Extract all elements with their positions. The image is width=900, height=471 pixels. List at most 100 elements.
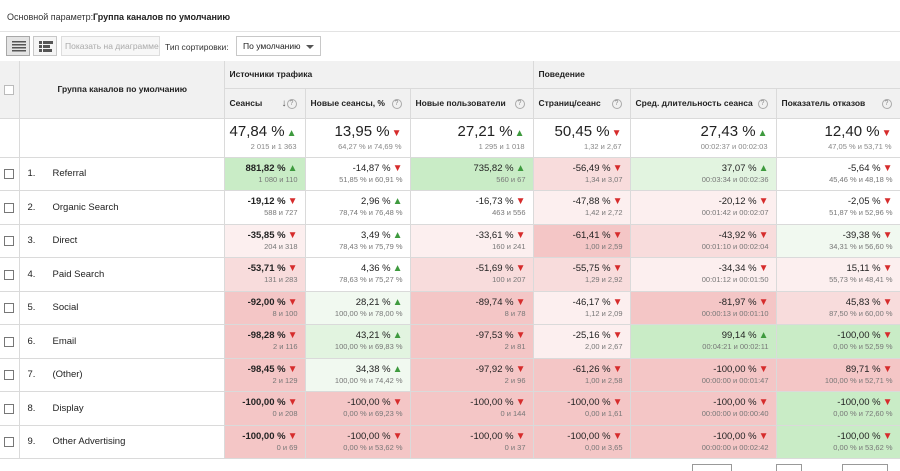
metric-change: -98,28 % bbox=[247, 330, 286, 342]
channel-name-link[interactable]: Email bbox=[53, 336, 77, 347]
metric-change: 2,96 % bbox=[361, 196, 391, 208]
channel-name-link[interactable]: Social bbox=[53, 302, 79, 313]
metric-cell: -61,26 % ▼ 1,00 и 2,58 bbox=[533, 358, 631, 392]
show-on-chart-button[interactable]: Показать на диаграмме bbox=[61, 36, 160, 56]
table-row: 5. Social -92,00 % ▼ 8 и 100 28,21 % ▲ 100,00 %… bbox=[0, 291, 900, 325]
metric-comparison: 2 и 81 bbox=[504, 342, 526, 352]
metric-comparison: 51,85 % и 60,91 % bbox=[339, 174, 403, 184]
row-checkbox[interactable] bbox=[4, 336, 15, 347]
table-row: 3. Direct -35,85 % ▼ 204 и 318 3,49 % ▲ 78,43 %… bbox=[0, 224, 900, 258]
totals-value: 12,40 % bbox=[824, 122, 880, 140]
row-checkbox[interactable] bbox=[4, 403, 15, 414]
arrow-up-icon: ▲ bbox=[392, 263, 403, 275]
metric-comparison: 00:00:00 и 00:02:42 bbox=[701, 442, 769, 452]
row-checkbox[interactable] bbox=[4, 269, 15, 280]
totals-comparison: 47,05 % и 53,71 % bbox=[828, 141, 892, 151]
totals-comparison: 1,32 и 2,67 bbox=[583, 141, 622, 151]
metric-cell: 3,49 % ▲ 78,43 % и 75,79 % bbox=[305, 224, 411, 258]
arrow-down-icon: ▼ bbox=[515, 229, 526, 241]
column-header-label: Показатель отказов bbox=[781, 98, 866, 108]
row-checkbox[interactable] bbox=[4, 370, 15, 381]
metric-comparison: 100,00 % и 78,00 % bbox=[334, 308, 403, 318]
channel-name-link[interactable]: Display bbox=[53, 403, 84, 414]
metric-cell: -20,12 % ▼ 00:01:42 и 00:02:07 bbox=[630, 190, 777, 225]
metric-change: -100,00 % bbox=[470, 397, 514, 409]
row-checkbox[interactable] bbox=[4, 437, 15, 448]
help-icon[interactable]: ? bbox=[514, 98, 525, 109]
row-checkbox[interactable] bbox=[4, 169, 15, 180]
metric-comparison: 1,12 и 2,09 bbox=[584, 308, 623, 318]
channel-name-link[interactable]: Direct bbox=[53, 235, 78, 246]
help-icon[interactable]: ? bbox=[757, 98, 768, 109]
select-all-checkbox[interactable] bbox=[4, 84, 14, 95]
column-header-1[interactable]: Сеансы ↓? bbox=[224, 88, 306, 119]
metric-cell: -47,88 % ▼ 1,42 и 2,72 bbox=[533, 190, 631, 225]
row-checkbox[interactable] bbox=[4, 202, 15, 213]
metric-comparison: 00:00:00 и 00:00:40 bbox=[701, 409, 769, 419]
channel-cell: 3. Direct bbox=[19, 224, 225, 258]
row-number: 9. bbox=[27, 436, 36, 448]
column-header-4[interactable]: Страниц/сеанс? bbox=[533, 88, 631, 119]
column-header-5[interactable]: Сред. длительность сеанса? bbox=[630, 88, 777, 119]
metric-change: -89,74 % bbox=[475, 296, 514, 308]
arrow-up-icon: ▲ bbox=[286, 127, 297, 139]
primary-dimension-value[interactable]: Группа каналов по умолчанию bbox=[93, 12, 230, 22]
column-header-3[interactable]: Новые пользователи? bbox=[410, 88, 534, 119]
metric-comparison: 1 080 и 110 bbox=[258, 174, 298, 184]
channel-name-link[interactable]: Organic Search bbox=[53, 202, 119, 213]
metric-cell: -5,64 % ▼ 45,46 % и 48,18 % bbox=[776, 157, 900, 191]
arrow-down-icon: ▼ bbox=[287, 330, 298, 342]
pager-button-next[interactable] bbox=[776, 464, 802, 471]
arrow-down-icon: ▼ bbox=[611, 127, 622, 139]
metric-cell: 4,36 % ▲ 78,63 % и 75,27 % bbox=[305, 257, 411, 292]
metric-change: -100,00 % bbox=[242, 397, 286, 409]
metric-change: 89,71 % bbox=[845, 363, 881, 375]
arrow-up-icon: ▲ bbox=[392, 296, 403, 308]
arrow-down-icon: ▼ bbox=[882, 162, 893, 174]
metric-cell: -100,00 % ▼ 0 и 37 bbox=[410, 425, 534, 459]
row-checkbox[interactable] bbox=[4, 236, 15, 247]
metric-comparison: 8 и 78 bbox=[504, 308, 526, 318]
metric-cell: -89,74 % ▼ 8 и 78 bbox=[410, 291, 534, 325]
channel-name-link[interactable]: Paid Search bbox=[53, 269, 105, 280]
metric-comparison: 78,74 % и 76,48 % bbox=[339, 208, 403, 218]
sort-type-select[interactable]: По умолчанию bbox=[236, 36, 321, 56]
help-icon[interactable]: ? bbox=[881, 98, 892, 109]
comparison-view-button[interactable] bbox=[33, 36, 57, 56]
help-icon[interactable]: ? bbox=[286, 98, 297, 109]
channel-name-link[interactable]: (Other) bbox=[53, 369, 83, 380]
column-header-2[interactable]: Новые сеансы, %? bbox=[305, 88, 411, 119]
sort-arrow-icon[interactable]: ↓ bbox=[282, 98, 287, 109]
metric-change: 34,38 % bbox=[355, 363, 391, 375]
pager-rows-select[interactable] bbox=[842, 464, 888, 471]
metric-change: -2,05 % bbox=[847, 196, 881, 208]
metric-change: -100,00 % bbox=[347, 430, 391, 442]
metric-cell: -100,00 % ▼ 0 и 144 bbox=[410, 391, 534, 426]
metric-comparison: 0,00 и 3,65 bbox=[584, 442, 623, 452]
metric-change: -100,00 % bbox=[470, 430, 514, 442]
metric-comparison: 560 и 67 bbox=[496, 174, 526, 184]
metric-cell: -19,12 % ▼ 588 и 727 bbox=[224, 190, 306, 225]
metric-change: 15,11 % bbox=[846, 263, 881, 275]
metric-cell: -61,41 % ▼ 1,00 и 2,59 bbox=[533, 224, 631, 258]
metric-cell: 15,11 % ▼ 55,73 % и 48,41 % bbox=[776, 257, 900, 292]
row-number: 7. bbox=[27, 369, 36, 381]
pager-button-prev[interactable] bbox=[692, 464, 732, 471]
channel-name-link[interactable]: Other Advertising bbox=[53, 436, 126, 447]
metric-cell: -100,00 % ▼ 00:00:00 и 00:02:42 bbox=[630, 425, 777, 459]
channel-name-link[interactable]: Referral bbox=[53, 168, 87, 179]
metric-comparison: 00:00:00 и 00:01:47 bbox=[701, 375, 769, 385]
table-row: 4. Paid Search -53,71 % ▼ 131 и 283 4,36 % ▲ 78… bbox=[0, 257, 900, 292]
table-view-button[interactable] bbox=[6, 36, 30, 56]
totals-cell: 12,40 % ▼ 47,05 % и 53,71 % bbox=[776, 118, 900, 158]
column-header-6[interactable]: Показатель отказов? bbox=[776, 88, 900, 119]
totals-comparison: 64,27 % и 74,69 % bbox=[338, 141, 402, 151]
totals-cell: 47,84 % ▲ 2 015 и 1 363 bbox=[224, 118, 306, 158]
help-icon[interactable]: ? bbox=[611, 98, 622, 109]
metric-change: -97,53 % bbox=[475, 330, 514, 342]
metric-cell: -39,38 % ▼ 34,31 % и 56,60 % bbox=[776, 224, 900, 258]
row-checkbox[interactable] bbox=[4, 303, 15, 314]
help-icon[interactable]: ? bbox=[391, 98, 402, 109]
table-toolbar: Показать на диаграмме Тип сортировки: По… bbox=[0, 32, 900, 61]
dimension-header[interactable]: Группа каналов по умолчанию bbox=[19, 61, 225, 119]
